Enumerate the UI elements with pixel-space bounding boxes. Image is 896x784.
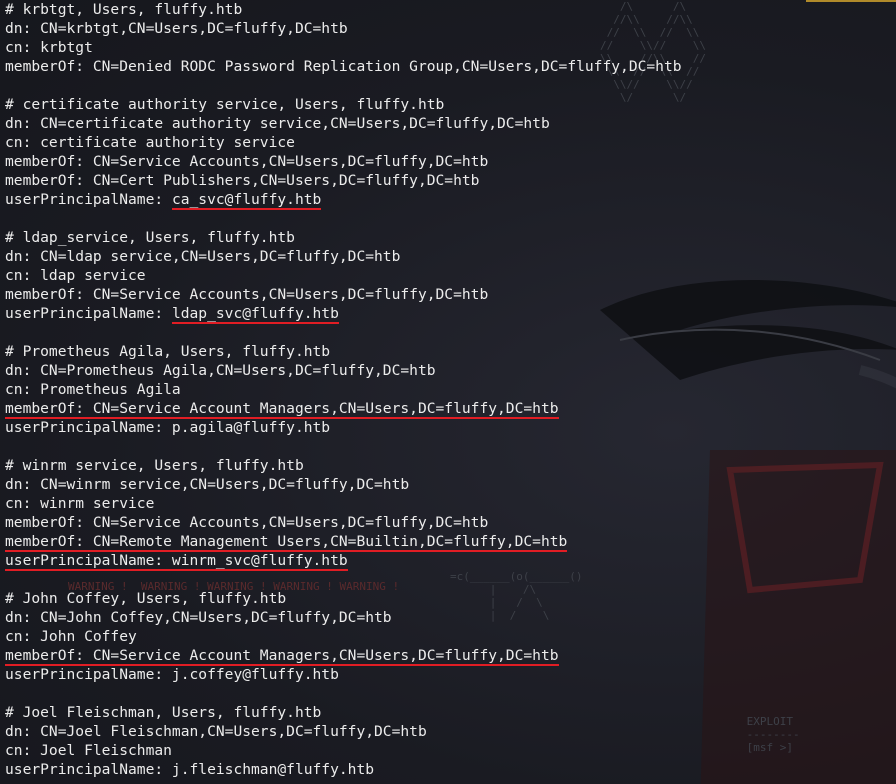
terminal-line: cn: Joel Fleischman [5,741,682,760]
terminal-line: userPrincipalName: ca_svc@fluffy.htb [5,190,682,210]
terminal-line: cn: ldap service [5,266,682,285]
terminal-line: memberOf: CN=Remote Management Users,CN=… [5,532,682,552]
line-text: # John Coffey, Users, fluffy.htb [5,590,287,607]
line-text: userPrincipalName: p.agila@fluffy.htb [5,419,331,436]
terminal-line: memberOf: CN=Denied RODC Password Replic… [5,57,682,76]
terminal-line: dn: CN=Prometheus Agila,CN=Users,DC=fluf… [5,361,682,380]
line-text: cn: ldap service [5,267,146,284]
line-text: # Prometheus Agila, Users, fluffy.htb [5,343,331,360]
terminal-line: userPrincipalName: ldap_svc@fluffy.htb [5,304,682,324]
line-text: # krbtgt, Users, fluffy.htb [5,1,243,18]
terminal-line: memberOf: CN=Service Account Managers,CN… [5,646,682,666]
terminal-line: userPrincipalName: p.agila@fluffy.htb [5,418,682,437]
underlined-text: ldap_svc@fluffy.htb [171,305,339,324]
line-text: cn: Joel Fleischman [5,742,172,759]
underlined-text: memberOf: CN=Service Account Managers,CN… [5,400,559,419]
line-text: cn: winrm service [5,495,155,512]
line-text: memberOf: CN=Denied RODC Password Replic… [5,58,682,75]
terminal-line: # krbtgt, Users, fluffy.htb [5,0,682,19]
line-text: cn: Prometheus Agila [5,381,181,398]
terminal-line: userPrincipalName: j.coffey@fluffy.htb [5,665,682,684]
line-text: dn: CN=ldap service,CN=Users,DC=fluffy,D… [5,248,401,265]
terminal-line: cn: John Coffey [5,627,682,646]
terminal-line: # John Coffey, Users, fluffy.htb [5,589,682,608]
line-text: userPrincipalName: j.coffey@fluffy.htb [5,666,339,683]
underlined-text: ca_svc@fluffy.htb [171,191,322,210]
underlined-text: userPrincipalName: winrm_svc@fluffy.htb [5,552,348,571]
terminal-line: cn: certificate authority service [5,133,682,152]
terminal-line: # certificate authority service, Users, … [5,95,682,114]
line-text: dn: CN=Prometheus Agila,CN=Users,DC=fluf… [5,362,436,379]
line-text: dn: CN=winrm service,CN=Users,DC=fluffy,… [5,476,410,493]
line-text: dn: CN=Joel Fleischman,CN=Users,DC=fluff… [5,723,427,740]
terminal-line: dn: CN=ldap service,CN=Users,DC=fluffy,D… [5,247,682,266]
line-text: cn: certificate authority service [5,134,295,151]
line-text: userPrincipalName: j.fleischman@fluffy.h… [5,761,375,778]
terminal-line: dn: CN=Joel Fleischman,CN=Users,DC=fluff… [5,722,682,741]
terminal-line: # Prometheus Agila, Users, fluffy.htb [5,342,682,361]
line-text: memberOf: CN=Service Accounts,CN=Users,D… [5,153,489,170]
terminal-line: dn: CN=winrm service,CN=Users,DC=fluffy,… [5,475,682,494]
line-text: # ldap_service, Users, fluffy.htb [5,229,295,246]
terminal-line: # ldap_service, Users, fluffy.htb [5,228,682,247]
terminal-line: dn: CN=certificate authority service,CN=… [5,114,682,133]
line-text: memberOf: CN=Service Accounts,CN=Users,D… [5,286,489,303]
line-text: # Joel Fleischman, Users, fluffy.htb [5,704,322,721]
underlined-text: memberOf: CN=Remote Management Users,CN=… [5,533,568,552]
terminal-line: cn: winrm service [5,494,682,513]
terminal-line: memberOf: CN=Service Accounts,CN=Users,D… [5,513,682,532]
terminal-line: memberOf: CN=Service Account Managers,CN… [5,399,682,419]
terminal-line: # winrm service, Users, fluffy.htb [5,456,682,475]
line-text: memberOf: CN=Cert Publishers,CN=Users,DC… [5,172,480,189]
line-text: memberOf: CN=Service Accounts,CN=Users,D… [5,514,489,531]
line-text: dn: CN=certificate authority service,CN=… [5,115,550,132]
line-text: dn: CN=John Coffey,CN=Users,DC=fluffy,DC… [5,609,392,626]
terminal-line: # Joel Fleischman, Users, fluffy.htb [5,703,682,722]
line-text: # winrm service, Users, fluffy.htb [5,457,304,474]
line-text: # certificate authority service, Users, … [5,96,445,113]
terminal-line: memberOf: CN=Cert Publishers,CN=Users,DC… [5,171,682,190]
terminal-line: userPrincipalName: winrm_svc@fluffy.htb [5,551,682,571]
window-accent-bar [806,0,896,2]
line-text: cn: John Coffey [5,628,137,645]
terminal-line: memberOf: CN=Service Accounts,CN=Users,D… [5,152,682,171]
line-text: userPrincipalName: [5,305,172,322]
line-text: cn: krbtgt [5,39,93,56]
ascii-art-exploit-box: EXPLOIT -------- [msf >] [746,715,800,754]
terminal-output: # krbtgt, Users, fluffy.htb dn: CN=krbtgt… [5,0,682,779]
terminal-line: userPrincipalName: j.fleischman@fluffy.h… [5,760,682,779]
line-text: userPrincipalName: [5,191,172,208]
line-text: dn: CN=krbtgt,CN=Users,DC=fluffy,DC=htb [5,20,348,37]
terminal-line: dn: CN=krbtgt,CN=Users,DC=fluffy,DC=htb [5,19,682,38]
underlined-text: memberOf: CN=Service Account Managers,CN… [5,647,559,666]
terminal-line: dn: CN=John Coffey,CN=Users,DC=fluffy,DC… [5,608,682,627]
terminal-line: cn: krbtgt [5,38,682,57]
terminal-line: cn: Prometheus Agila [5,380,682,399]
terminal-line: memberOf: CN=Service Accounts,CN=Users,D… [5,285,682,304]
